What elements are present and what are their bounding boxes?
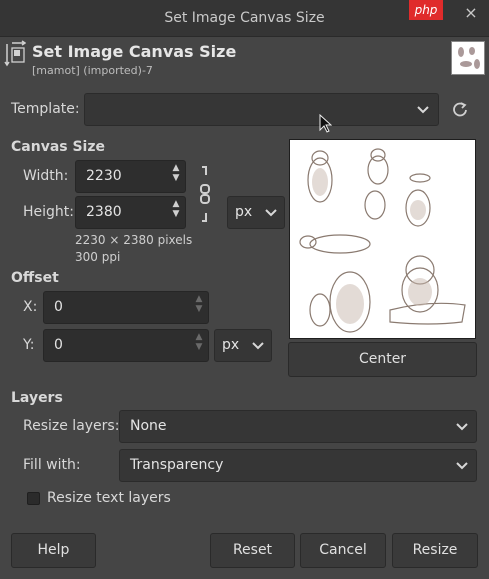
increment-icon[interactable]: ▲ [189, 332, 209, 342]
center-button[interactable]: Center [288, 342, 477, 377]
fill-with-label: Fill with: [23, 457, 81, 473]
canvas-unit-value: px [235, 204, 253, 220]
layers-heading: Layers [11, 390, 63, 406]
decrement-icon[interactable]: ▼ [166, 173, 186, 183]
mouse-pointer-icon [319, 114, 332, 133]
height-input[interactable]: 2380 ▲ ▼ [75, 196, 186, 229]
increment-icon[interactable]: ▲ [166, 199, 186, 209]
offset-x-stepper[interactable]: ▲ ▼ [189, 294, 209, 322]
pixels-info: 2230 × 2380 pixels [75, 233, 193, 247]
fill-with-value: Transparency [130, 457, 224, 473]
resize-layers-select[interactable]: None [119, 410, 477, 443]
offset-y-input[interactable]: 0 ▲ ▼ [43, 329, 209, 362]
canvas-unit-select[interactable]: px [227, 196, 285, 229]
increment-icon[interactable]: ▲ [189, 294, 209, 304]
width-stepper[interactable]: ▲ ▼ [166, 163, 186, 191]
ppi-info: 300 ppi [75, 250, 121, 264]
image-name: [mamot] (imported)-7 [32, 64, 153, 77]
offset-y-label: Y: [23, 337, 35, 353]
resize-text-layers-label: Resize text layers [47, 490, 171, 506]
brand-badge: php [409, 0, 443, 20]
offset-heading: Offset [11, 270, 59, 286]
reset-icon[interactable] [450, 100, 470, 120]
fill-with-select[interactable]: Transparency [119, 449, 477, 482]
resize-layers-label: Resize layers: [23, 418, 120, 434]
chevron-down-icon [456, 423, 468, 431]
width-value: 2230 [86, 168, 122, 184]
dialog-heading: Set Image Canvas Size [32, 42, 237, 61]
width-label: Width: [23, 168, 69, 184]
help-button[interactable]: Help [11, 533, 96, 568]
height-label: Height: [23, 204, 74, 220]
chevron-down-icon [417, 106, 429, 114]
chevron-down-icon [265, 209, 277, 217]
image-thumbnail [451, 41, 485, 75]
reset-button[interactable]: Reset [210, 533, 295, 568]
chevron-down-icon [456, 462, 468, 470]
window-titlebar[interactable]: Set Image Canvas Size php × [0, 0, 489, 37]
close-icon[interactable]: × [462, 4, 480, 22]
offset-unit-select[interactable]: px [214, 329, 272, 362]
cancel-button[interactable]: Cancel [300, 533, 386, 568]
offset-x-label: X: [23, 299, 38, 315]
offset-y-value: 0 [54, 337, 63, 353]
height-stepper[interactable]: ▲ ▼ [166, 199, 186, 227]
offset-unit-value: px [222, 337, 240, 353]
resize-layers-value: None [130, 418, 167, 434]
canvas-size-heading: Canvas Size [11, 139, 105, 155]
chain-link-icon[interactable] [197, 165, 213, 225]
decrement-icon[interactable]: ▼ [189, 342, 209, 352]
template-label: Template: [11, 101, 80, 117]
increment-icon[interactable]: ▲ [166, 163, 186, 173]
offset-x-value: 0 [54, 299, 63, 315]
template-combo[interactable] [84, 93, 439, 126]
offset-y-stepper[interactable]: ▲ ▼ [189, 332, 209, 360]
height-value: 2380 [86, 204, 122, 220]
decrement-icon[interactable]: ▼ [189, 304, 209, 314]
resize-text-layers-checkbox[interactable] [27, 492, 40, 505]
resize-button[interactable]: Resize [392, 533, 478, 568]
chevron-down-icon [252, 342, 264, 350]
canvas-size-icon [4, 40, 26, 67]
offset-x-input[interactable]: 0 ▲ ▼ [43, 291, 209, 324]
width-input[interactable]: 2230 ▲ ▼ [75, 160, 186, 193]
decrement-icon[interactable]: ▼ [166, 209, 186, 219]
canvas-preview[interactable] [289, 139, 476, 339]
